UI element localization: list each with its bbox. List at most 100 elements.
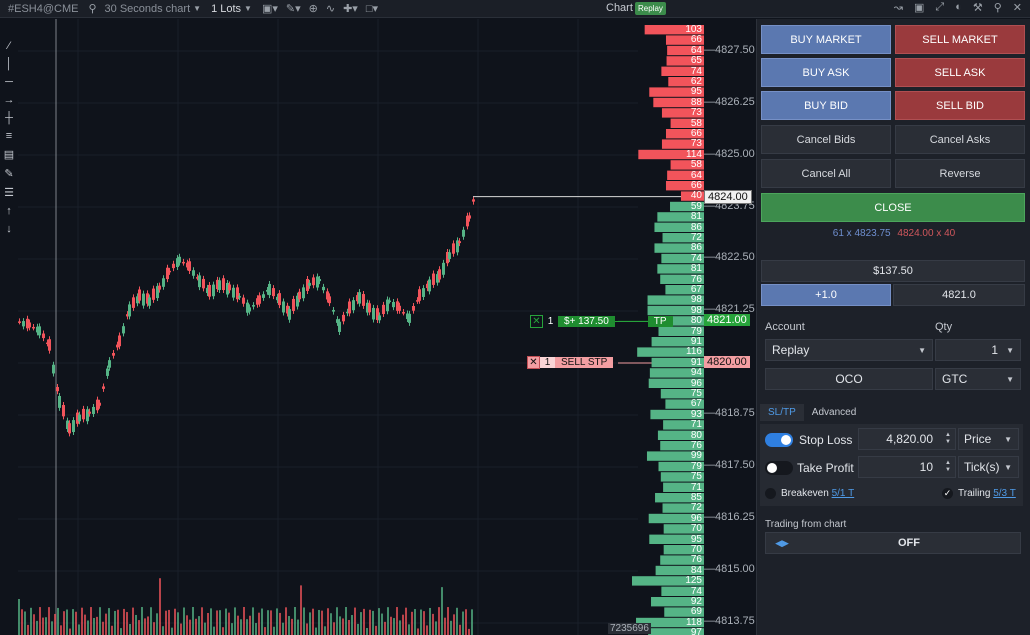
long-position-icon[interactable]: ↑ xyxy=(6,205,12,217)
sell-bid-button[interactable]: SELL BID xyxy=(895,91,1025,120)
cancel-tp-icon[interactable]: ✕ xyxy=(530,315,543,328)
timeframe-selector[interactable]: 30 Seconds chart ▼ xyxy=(105,3,202,15)
price-chart[interactable]: 103 66 64 65 74 62 95 88 73 58 66 73 114 58 64 66 40 59 81… xyxy=(18,19,756,635)
bid-volume-value: 118 xyxy=(686,616,702,628)
cancel-all-button[interactable]: Cancel All xyxy=(761,159,891,188)
fibonacci-icon[interactable]: ≡ xyxy=(6,130,12,142)
candle-body xyxy=(42,333,45,339)
lots-selector[interactable]: 1 Lots ▼ xyxy=(211,3,252,15)
bid-volume-value: 69 xyxy=(690,606,702,618)
ruler-icon[interactable]: ✎ xyxy=(4,167,13,180)
short-position-icon[interactable]: ↓ xyxy=(6,223,12,235)
ask-volume-value: 66 xyxy=(690,34,702,46)
tif-select[interactable]: GTC ▼ xyxy=(935,368,1021,390)
pin-icon[interactable]: ⚲ xyxy=(994,1,1002,14)
camera-icon[interactable]: ▣ xyxy=(914,1,924,14)
measure-icon[interactable]: ▤ xyxy=(4,148,14,161)
vertical-line-icon[interactable]: │ xyxy=(6,58,13,70)
volume-bar xyxy=(258,612,260,635)
breakeven-checkbox[interactable] xyxy=(765,488,776,499)
take-profit-mode: Tick(s) xyxy=(964,460,1000,474)
candle-body xyxy=(268,283,271,296)
channel-icon[interactable]: ☰ xyxy=(4,186,14,199)
volume-bar xyxy=(357,623,359,635)
oco-button[interactable]: OCO xyxy=(765,368,933,390)
sl-order-chip[interactable]: ✕ 1 SELL STP xyxy=(527,356,614,369)
volume-bar xyxy=(270,610,272,635)
close-icon[interactable]: ✕ xyxy=(1013,1,1022,14)
cancel-sl-icon[interactable]: ✕ xyxy=(527,356,540,369)
trading-from-chart-value: OFF xyxy=(898,537,920,549)
trailing-checkbox[interactable]: ✓ xyxy=(942,488,953,499)
volume-bar xyxy=(21,609,23,635)
candle-body xyxy=(418,289,421,301)
candle-body xyxy=(182,261,185,264)
price-axis-label: —4825.00 xyxy=(704,148,755,160)
stop-loss-toggle[interactable] xyxy=(765,433,793,447)
account-label: Account xyxy=(765,321,805,333)
candle-body xyxy=(22,321,25,327)
pencil-icon[interactable]: ✎▾ xyxy=(286,2,301,15)
volume-bar xyxy=(294,607,296,635)
link-icon[interactable]: ↝ xyxy=(894,1,903,14)
tab-advanced[interactable]: Advanced xyxy=(804,404,864,421)
ray-icon[interactable]: → xyxy=(4,94,15,106)
buy-ask-button[interactable]: BUY ASK xyxy=(761,58,891,87)
settings-icon[interactable]: ⚒ xyxy=(973,1,983,14)
layout-icon[interactable]: □▾ xyxy=(366,2,378,15)
ask-volume-value: 74 xyxy=(690,65,702,77)
take-profit-toggle[interactable] xyxy=(765,461,793,475)
take-profit-input[interactable]: 10 ▲ ▼ xyxy=(858,456,956,478)
stop-loss-mode-select[interactable]: Price ▼ xyxy=(958,428,1019,450)
volume-bar xyxy=(204,622,206,635)
candle-body xyxy=(352,300,355,311)
volume-bar xyxy=(264,627,266,635)
theme-icon[interactable]: ◐ xyxy=(955,1,962,14)
symbol-selector[interactable]: #ESH4@CME xyxy=(8,3,78,15)
candle-body xyxy=(258,295,261,304)
cross-line-icon[interactable]: ┼ xyxy=(5,112,13,124)
zoom-icon[interactable]: ⊕ xyxy=(309,2,318,15)
candle-body xyxy=(342,314,345,322)
buy-bid-button[interactable]: BUY BID xyxy=(761,91,891,120)
stepper-icon[interactable]: ▲ ▼ xyxy=(945,460,951,474)
volume-bar xyxy=(393,618,395,635)
drawing-toolbar: ⁄ │ ─ → ┼ ≡ ▤ ✎ ☰ ↑ ↓ xyxy=(0,40,18,290)
search-icon[interactable]: ⚲ xyxy=(88,2,96,15)
volume-bar xyxy=(120,628,122,635)
ask-volume-value: 66 xyxy=(690,180,702,191)
trading-from-chart-toggle[interactable]: ◀▶ OFF xyxy=(765,532,1021,554)
volume-bar xyxy=(318,609,320,635)
take-profit-mode-select[interactable]: Tick(s) ▼ xyxy=(958,456,1019,478)
horizontal-line-icon[interactable]: ─ xyxy=(5,76,13,88)
bid-volume-value: 95 xyxy=(690,533,702,545)
chart-type-icon[interactable]: ▣▾ xyxy=(262,2,278,15)
breakeven-link[interactable]: 5/1 T xyxy=(832,488,855,499)
qty-select[interactable]: 1 ▼ xyxy=(935,339,1021,361)
fullscreen-icon[interactable]: ⤢ xyxy=(935,1,944,14)
trendline-icon[interactable]: ⁄ xyxy=(8,40,10,52)
crosshair-icon[interactable]: ✚▾ xyxy=(343,2,358,15)
volume-bar xyxy=(174,608,176,635)
candle-body xyxy=(362,294,365,306)
reverse-button[interactable]: Reverse xyxy=(895,159,1025,188)
stop-loss-input[interactable]: 4,820.00 ▲ ▼ xyxy=(858,428,956,450)
volume-bar xyxy=(285,607,287,635)
tab-sltp[interactable]: SL/TP xyxy=(760,404,804,421)
buy-market-button[interactable]: BUY MARKET xyxy=(761,25,891,54)
tp-order-chip[interactable]: ✕ 1 $+ 137.50 TP xyxy=(530,315,673,328)
cancel-asks-button[interactable]: Cancel Asks xyxy=(895,125,1025,154)
account-select[interactable]: Replay ▼ xyxy=(765,339,933,361)
sell-ask-button[interactable]: SELL ASK xyxy=(895,58,1025,87)
stepper-icon[interactable]: ▲ ▼ xyxy=(945,432,951,446)
close-position-button[interactable]: CLOSE xyxy=(761,193,1025,222)
indicators-icon[interactable]: ∿ xyxy=(326,2,335,15)
price-axis-label: —4817.50 xyxy=(704,459,755,471)
bid-volume-value: 67 xyxy=(690,398,702,410)
volume-bar xyxy=(117,609,119,635)
trailing-link[interactable]: 5/3 T xyxy=(993,488,1016,499)
volume-bar xyxy=(81,607,83,635)
candle-body xyxy=(72,420,75,433)
cancel-bids-button[interactable]: Cancel Bids xyxy=(761,125,891,154)
sell-market-button[interactable]: SELL MARKET xyxy=(895,25,1025,54)
